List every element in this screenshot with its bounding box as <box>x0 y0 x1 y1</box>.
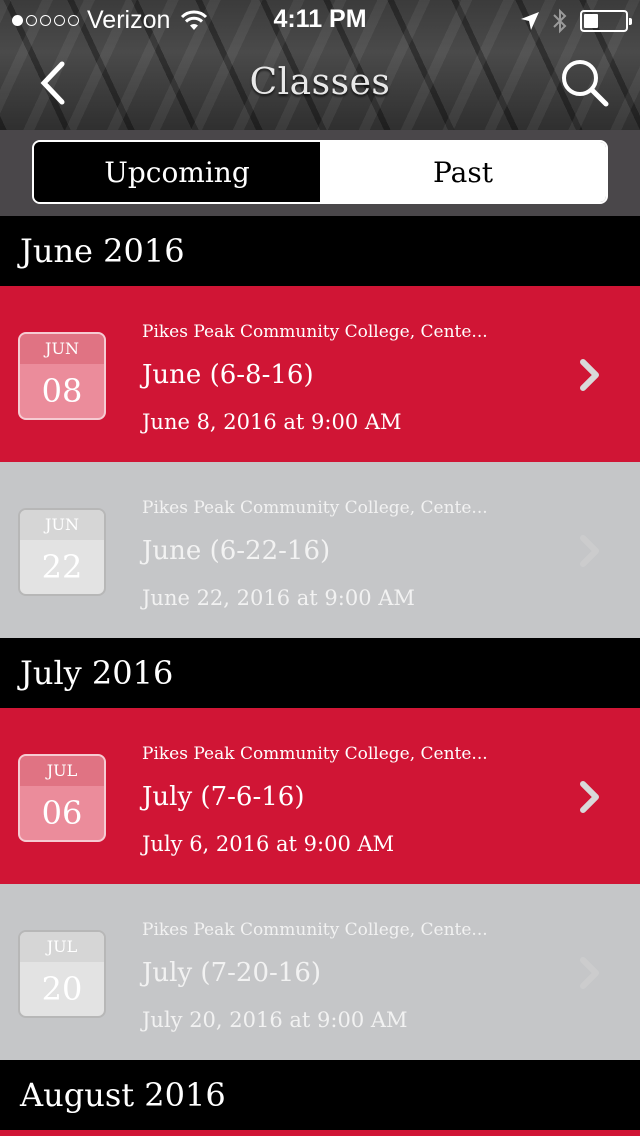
tab-upcoming[interactable]: Upcoming <box>34 142 320 202</box>
list-item[interactable]: JUL 20 Pikes Peak Community College, Cen… <box>0 884 640 1060</box>
chevron-right-icon <box>580 359 599 391</box>
calendar-icon: JUN 08 <box>18 332 106 420</box>
list-item[interactable]: JUN 08 Pikes Peak Community College, Cen… <box>0 286 640 462</box>
calendar-month: JUL <box>20 756 104 786</box>
chevron-right-icon <box>580 781 599 813</box>
calendar-day: 22 <box>41 548 83 586</box>
bluetooth-icon <box>553 8 567 34</box>
tab-past[interactable]: Past <box>320 142 606 202</box>
class-location: Pikes Peak Community College, Cente... <box>142 920 488 940</box>
calendar-month: JUN <box>20 334 104 364</box>
class-datetime: July 6, 2016 at 9:00 AM <box>142 832 395 856</box>
list-item-partial[interactable] <box>0 1130 640 1136</box>
search-icon[interactable] <box>558 56 612 110</box>
section-header-july: July 2016 <box>0 638 640 708</box>
class-title: July (7-6-16) <box>142 782 305 812</box>
calendar-day: 20 <box>41 970 83 1008</box>
header: Verizon 4:11 PM Classes <box>0 0 640 130</box>
class-datetime: June 8, 2016 at 9:00 AM <box>142 410 402 434</box>
class-location: Pikes Peak Community College, Cente... <box>142 322 488 342</box>
class-location: Pikes Peak Community College, Cente... <box>142 744 488 764</box>
calendar-month: JUL <box>20 932 104 962</box>
calendar-icon: JUN 22 <box>18 508 106 596</box>
calendar-day: 08 <box>41 372 83 410</box>
chevron-right-icon <box>580 957 599 989</box>
calendar-day: 06 <box>41 794 83 832</box>
section-header-august: August 2016 <box>0 1060 640 1130</box>
class-title: June (6-8-16) <box>142 360 314 390</box>
list-item[interactable]: JUL 06 Pikes Peak Community College, Cen… <box>0 708 640 884</box>
location-arrow-icon <box>521 12 539 30</box>
chevron-right-icon <box>580 535 599 567</box>
section-header-june: June 2016 <box>0 216 640 286</box>
class-location: Pikes Peak Community College, Cente... <box>142 498 488 518</box>
segmented-control: Upcoming Past <box>32 140 608 204</box>
class-datetime: July 20, 2016 at 9:00 AM <box>142 1008 408 1032</box>
class-list: June 2016 JUN 08 Pikes Peak Community Co… <box>0 216 640 1136</box>
class-title: July (7-20-16) <box>142 958 322 988</box>
navigation-bar: Classes <box>0 40 640 128</box>
class-title: June (6-22-16) <box>142 536 331 566</box>
page-title: Classes <box>249 62 391 103</box>
segment-bar: Upcoming Past <box>0 130 640 216</box>
calendar-icon: JUL 20 <box>18 930 106 1018</box>
class-datetime: June 22, 2016 at 9:00 AM <box>142 586 415 610</box>
status-bar: Verizon 4:11 PM <box>0 0 640 40</box>
calendar-month: JUN <box>20 510 104 540</box>
list-item[interactable]: JUN 22 Pikes Peak Community College, Cen… <box>0 462 640 638</box>
battery-icon <box>580 10 632 32</box>
calendar-icon: JUL 06 <box>18 754 106 842</box>
